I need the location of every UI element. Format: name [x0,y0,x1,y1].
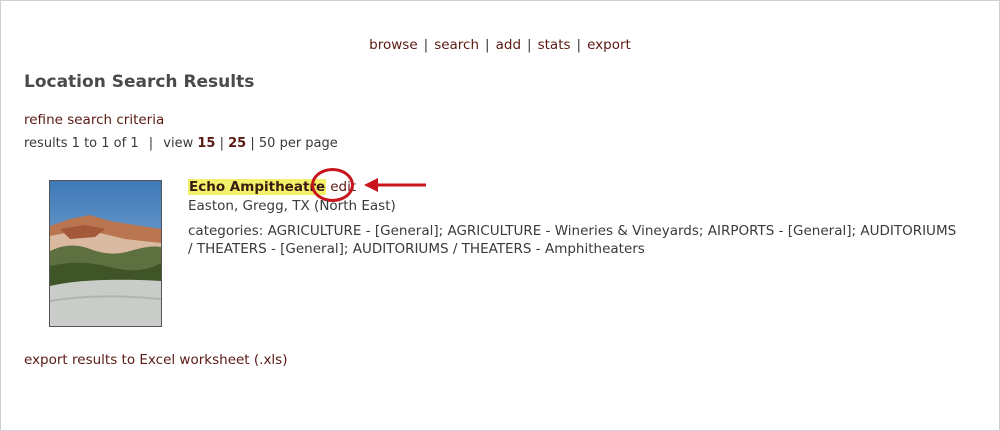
nav-separator: | [576,37,582,53]
per-page-25-link[interactable]: 25 [228,136,246,151]
separator: | [250,136,255,151]
separator: | [148,136,154,151]
nav-add[interactable]: add [496,37,521,53]
nav-search[interactable]: search [434,37,479,53]
nav-stats[interactable]: stats [538,37,571,53]
edit-link[interactable]: edit [330,179,356,195]
location-thumbnail[interactable] [49,180,162,327]
results-summary-bar: results 1 to 1 of 1 | view 15 | 25 | 50 … [24,136,338,151]
results-count: results 1 to 1 of 1 [24,136,139,151]
top-navigation: browse | search | add | stats | export [0,37,1000,53]
annotation-arrow-icon [364,178,426,192]
nav-export[interactable]: export [587,37,631,53]
refine-search-link[interactable]: refine search criteria [24,112,164,128]
location-photo-image [50,181,161,326]
location-name-link[interactable]: Echo Ampitheatre [188,179,327,195]
nav-separator: | [423,37,429,53]
nav-separator: | [527,37,532,53]
location-address: Easton, Gregg, TX (North East) [188,198,396,214]
nav-separator: | [485,37,490,53]
separator: | [219,136,224,151]
per-page-15-link[interactable]: 15 [197,136,215,151]
location-categories: categories: AGRICULTURE - [General]; AGR… [188,223,957,257]
result-title-row: Echo Ampitheatre edit [188,179,356,195]
nav-browse[interactable]: browse [369,37,417,53]
export-excel-link[interactable]: export results to Excel worksheet (.xls) [24,352,288,368]
view-label: view [163,136,194,151]
page-title: Location Search Results [24,72,255,92]
per-page-50-label: 50 per page [258,136,338,151]
